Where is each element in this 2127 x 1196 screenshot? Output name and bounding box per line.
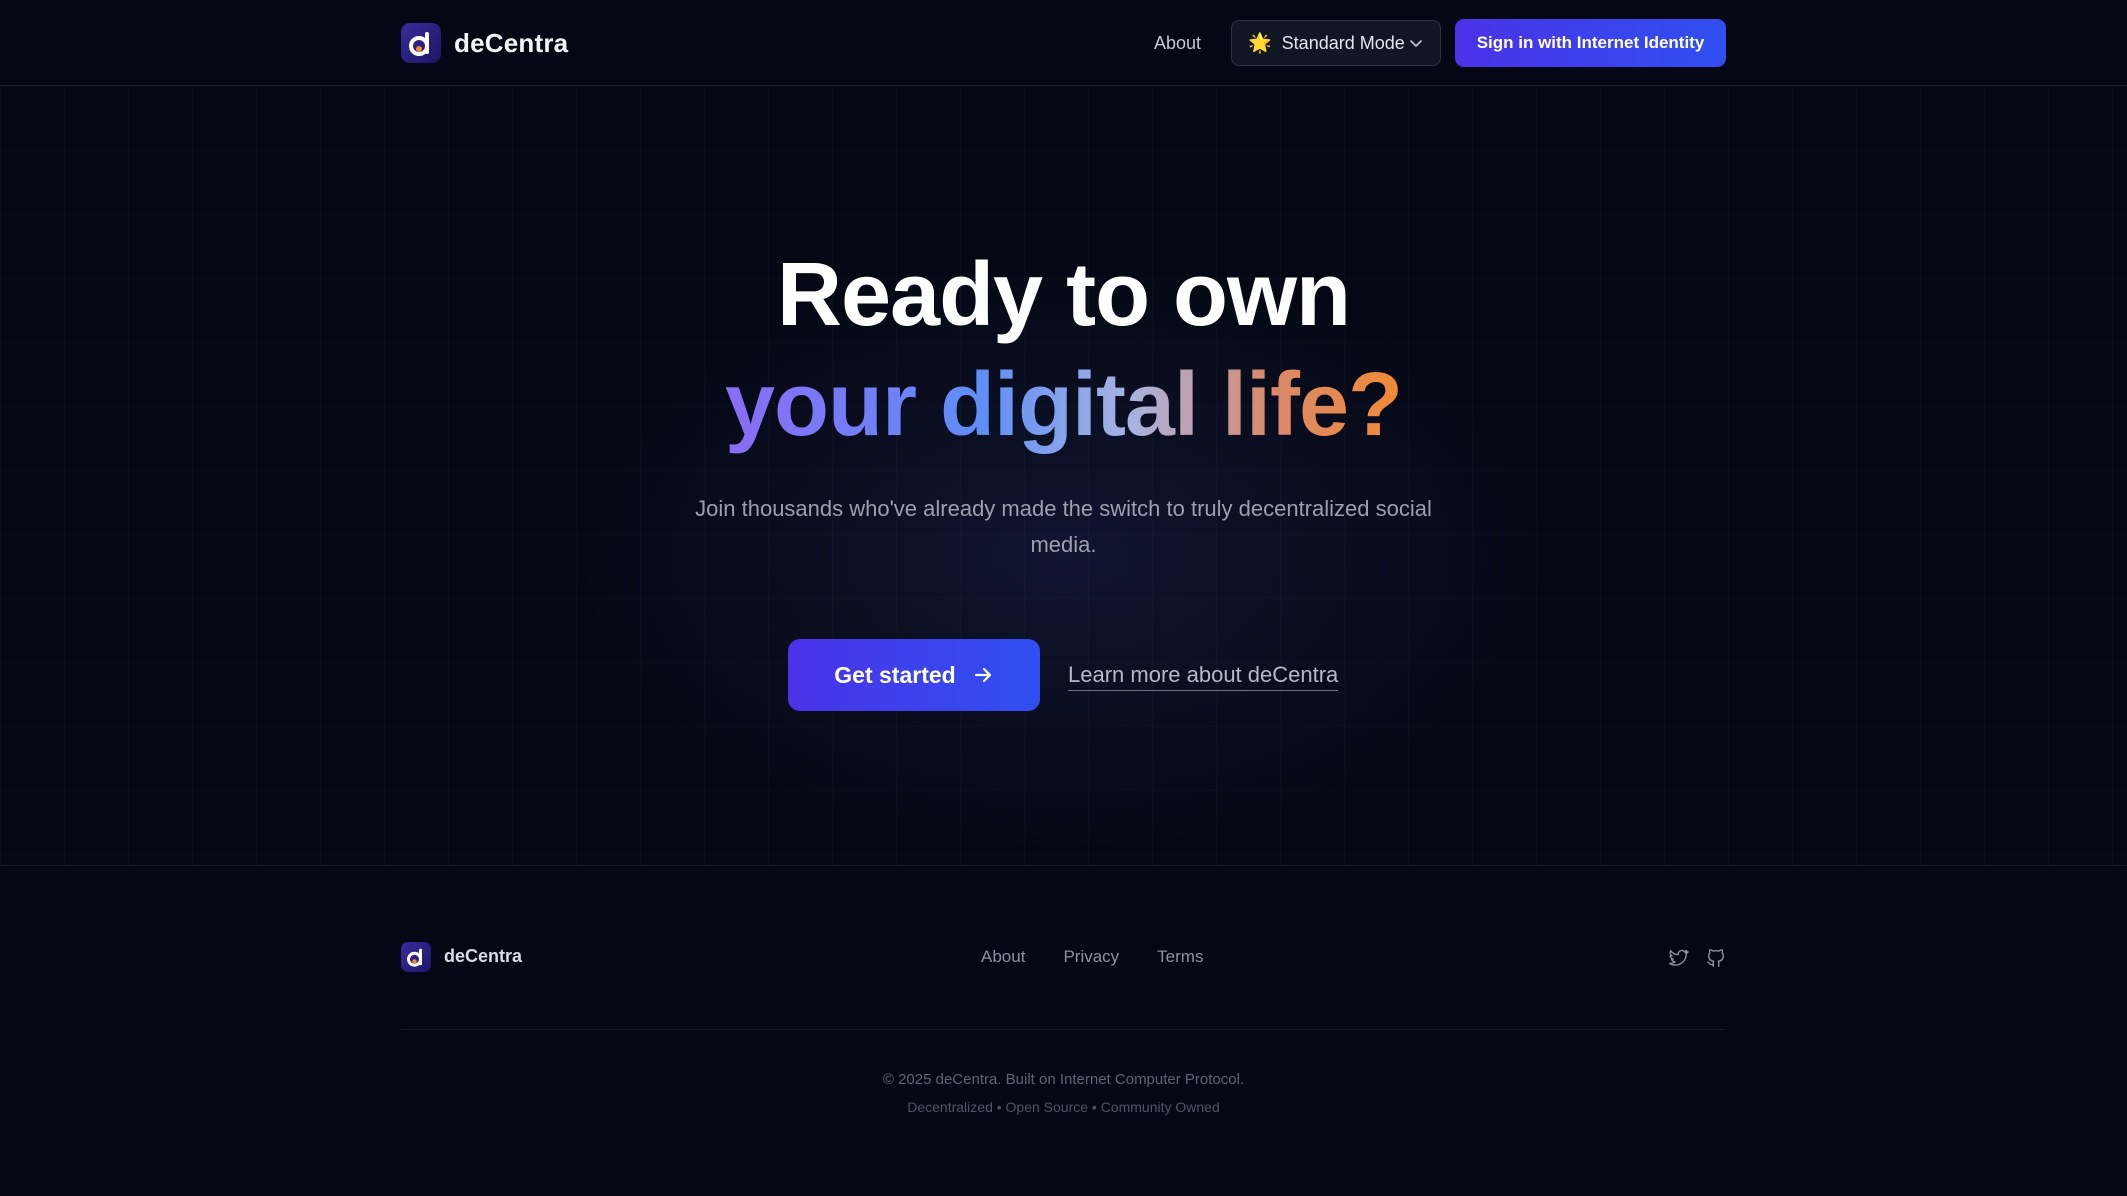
sign-in-button[interactable]: Sign in with Internet Identity <box>1455 19 1726 67</box>
get-started-button[interactable]: Get started <box>788 639 1040 711</box>
decentra-logo-icon[interactable] <box>401 23 441 63</box>
hero-background-grid <box>0 86 2127 866</box>
footer-divider <box>401 1029 1726 1030</box>
footer-link-terms[interactable]: Terms <box>1157 947 1203 967</box>
get-started-label: Get started <box>834 661 956 688</box>
learn-more-link[interactable]: Learn more about deCentra <box>1068 662 1339 691</box>
footer-logo-icon[interactable] <box>401 942 431 972</box>
footer-tagline: Decentralized • Open Source • Community … <box>907 1099 1220 1115</box>
mode-selector-button[interactable]: 🌟 Standard Mode <box>1231 20 1441 66</box>
nav-link-about[interactable]: About <box>1154 33 1201 54</box>
arrow-right-icon <box>974 667 991 683</box>
top-navbar: deCentra About 🌟 Standard Mode Sign in w… <box>0 0 2127 86</box>
footer-link-privacy[interactable]: Privacy <box>1063 947 1119 967</box>
github-icon[interactable] <box>1705 947 1727 969</box>
chevron-down-icon <box>1410 40 1422 47</box>
hero-title-line2: your digital life? <box>0 350 2127 460</box>
hero-subtitle: Join thousands who've already made the s… <box>695 496 1432 557</box>
footer-links: About Privacy Terms <box>981 947 1203 967</box>
hero-title-gradient-text: your digital life? <box>724 355 1403 455</box>
brand-name[interactable]: deCentra <box>454 28 568 59</box>
footer-top-divider <box>0 865 2127 866</box>
copyright-text: © 2025 deCentra. Built on Internet Compu… <box>882 1071 1245 1088</box>
footer-brand-name[interactable]: deCentra <box>444 946 522 967</box>
twitter-icon[interactable] <box>1667 947 1689 969</box>
mode-label: Standard Mode <box>1281 32 1405 53</box>
hero-title-line1: Ready to own <box>776 245 1351 345</box>
footer-link-about[interactable]: About <box>981 947 1025 967</box>
hero-background-glow <box>0 86 2127 866</box>
sun-emoji-icon: 🌟 <box>1248 33 1272 54</box>
